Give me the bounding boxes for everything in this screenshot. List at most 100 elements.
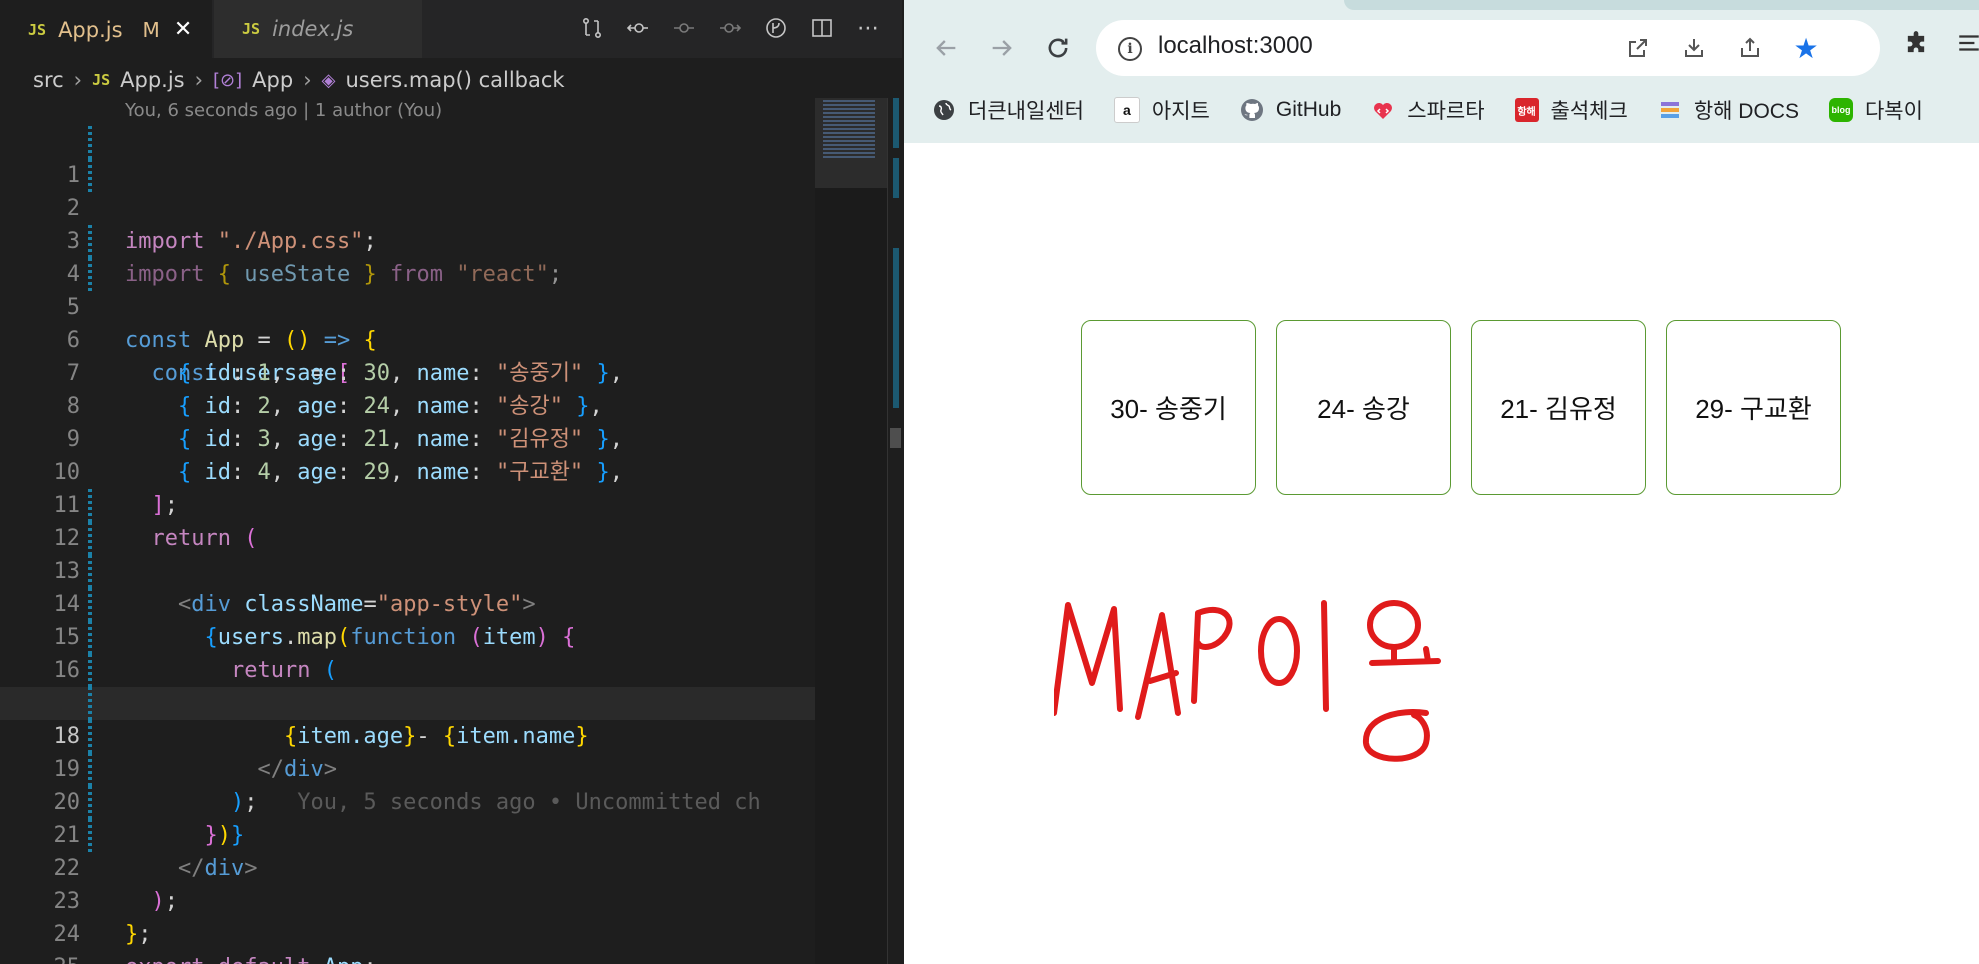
- git-modified-gutter: [88, 687, 92, 720]
- git-lens-icon[interactable]: [760, 12, 792, 44]
- bookmark-item[interactable]: blog 다복이: [1828, 95, 1923, 125]
- user-card: 24- 송강: [1276, 320, 1451, 495]
- git-modified-gutter: [88, 126, 92, 159]
- code-line: 12 <div className="app-style">: [0, 489, 815, 617]
- extensions-puzzle-icon[interactable]: [1902, 30, 1930, 65]
- keyword: export: [125, 955, 204, 964]
- modified-badge: M: [142, 17, 160, 42]
- forward-arrow-icon[interactable]: [982, 28, 1022, 68]
- git-modified-gutter: [88, 588, 92, 621]
- minimap-content: [823, 100, 875, 160]
- breadcrumb-symbol[interactable]: users.map() callback: [345, 68, 564, 92]
- reload-icon[interactable]: [1038, 28, 1078, 68]
- bookmark-star-icon[interactable]: ★: [1792, 32, 1820, 65]
- codelens-blame[interactable]: You, 6 seconds ago | 1 author (You): [125, 100, 442, 121]
- user-card: 29- 구교환: [1666, 320, 1841, 495]
- breadcrumb-file[interactable]: App.js: [120, 68, 184, 92]
- code-line: 10 ];: [0, 423, 815, 518]
- back-arrow-icon[interactable]: [926, 28, 966, 68]
- chevron-right-icon: ›: [303, 68, 312, 92]
- address-url[interactable]: localhost:3000: [1158, 32, 1313, 60]
- chevron-right-icon: ›: [194, 68, 204, 92]
- breadcrumb-component[interactable]: App: [252, 68, 293, 92]
- commit-icon[interactable]: [668, 12, 700, 44]
- tab-index-js[interactable]: JS index.js: [214, 0, 422, 58]
- sparta-icon: [1371, 98, 1395, 122]
- blog-icon: blog: [1828, 98, 1853, 122]
- code-line: 13 {users.map(function (item) {: [0, 522, 815, 650]
- side-panel-icon[interactable]: [1956, 30, 1979, 63]
- tab-strip: [1344, 0, 1979, 10]
- page-viewport: 30- 송중기 24- 송강 21- 김유정 29- 구교환: [904, 143, 1979, 964]
- git-modified-gutter: [88, 489, 92, 522]
- git-modified-gutter: [88, 654, 92, 687]
- code-line: 20 </div>: [0, 753, 815, 881]
- bookmark-label: 더큰내일센터: [968, 100, 1084, 123]
- code-line: 2 import { useState } from "react";: [0, 159, 815, 287]
- git-modified-gutter: [88, 786, 92, 819]
- chevron-right-icon: ›: [73, 68, 83, 92]
- git-modified-gutter: [88, 159, 92, 192]
- code-line-current: 18 ); You, 5 seconds ago • Uncommitted c…: [0, 687, 815, 815]
- more-actions-icon[interactable]: ⋯: [852, 12, 884, 44]
- code-line: 21 );: [0, 786, 815, 914]
- code-line: 16 {item.age}- {item.name}: [0, 621, 815, 749]
- open-external-icon[interactable]: [1624, 34, 1652, 62]
- scrollbar-change-marker: [893, 248, 899, 408]
- code-editor[interactable]: 1 import "./App.css"; 2 import { useStat…: [0, 126, 815, 964]
- browser-window: i localhost:3000 ★ 더큰내일센터 a 아지트 GitHub 스…: [904, 0, 1979, 964]
- git-modified-gutter: [88, 555, 92, 588]
- bookmark-label: 다복이: [1864, 100, 1923, 123]
- bookmark-item[interactable]: 스파르타: [1371, 95, 1485, 125]
- compare-changes-icon[interactable]: [576, 12, 608, 44]
- app-style-container: 30- 송중기 24- 송강 21- 김유정 29- 구교환: [1081, 320, 1841, 495]
- bookmark-item[interactable]: a 아지트: [1113, 95, 1210, 125]
- tab-app-js[interactable]: JS App.js M ✕: [0, 0, 212, 58]
- git-modified-gutter: [88, 753, 92, 786]
- hanghae-icon: 항해: [1514, 98, 1539, 122]
- scrollbar-thumb[interactable]: [890, 428, 901, 448]
- scrollbar-change-marker: [893, 158, 899, 198]
- bookmark-item[interactable]: GitHub: [1240, 98, 1341, 122]
- vertical-scrollbar[interactable]: [887, 98, 902, 964]
- code-line: 4 const App = () => {: [0, 225, 815, 353]
- identifier: App: [324, 955, 364, 964]
- go-forward-change-icon[interactable]: [714, 12, 746, 44]
- js-file-icon: JS: [28, 20, 47, 39]
- code-line: 5 const users = [: [0, 258, 815, 386]
- bookmark-item[interactable]: 항해 출석체크: [1514, 95, 1628, 125]
- code-line: 8 { id: 3, age: 21, name: "김유정" },: [0, 357, 815, 452]
- bookmark-item[interactable]: 더큰내일센터: [932, 95, 1084, 125]
- breadcrumb-folder[interactable]: src: [33, 68, 64, 92]
- github-icon: [1240, 98, 1264, 122]
- code-line: 15 <div className="component-style">: [0, 588, 815, 716]
- a-icon: a: [1113, 97, 1140, 123]
- address-bar[interactable]: i localhost:3000 ★: [1096, 20, 1880, 76]
- close-icon[interactable]: ✕: [174, 17, 192, 42]
- git-modified-gutter: [88, 225, 92, 258]
- code-line: 6 { id: 1, age: 30, name: "송중기" },: [0, 291, 815, 386]
- code-line: 24 export default App;: [0, 885, 815, 964]
- code-line: 14 return (: [0, 555, 815, 683]
- editor-actions: ⋯: [576, 12, 884, 44]
- scrollbar-change-marker: [893, 98, 899, 148]
- tab-label: App.js: [58, 17, 123, 42]
- cube-symbol-icon: ◈: [321, 69, 336, 91]
- git-modified-gutter: [88, 621, 92, 654]
- user-card: 30- 송중기: [1081, 320, 1256, 495]
- bookmarks-bar: 더큰내일센터 a 아지트 GitHub 스파르타 항해 출석체크 항해 DOCS…: [904, 88, 1923, 132]
- git-modified-gutter: [88, 819, 92, 852]
- git-modified-gutter: [88, 720, 92, 753]
- install-app-icon[interactable]: [1680, 34, 1708, 62]
- code-line: 23: [0, 852, 815, 914]
- minimap[interactable]: [815, 98, 887, 964]
- keyword: default: [218, 955, 311, 964]
- bookmark-label: GitHub: [1275, 98, 1342, 121]
- split-editor-icon[interactable]: [806, 12, 838, 44]
- site-info-icon[interactable]: i: [1118, 37, 1142, 61]
- vscode-window: JS App.js M ✕ JS index.js ⋯ src › JS App…: [0, 0, 902, 964]
- bookmark-item[interactable]: 항해 DOCS: [1658, 95, 1799, 125]
- go-back-change-icon[interactable]: [622, 12, 654, 44]
- tab-label: index.js: [272, 17, 354, 41]
- share-icon[interactable]: [1736, 34, 1764, 62]
